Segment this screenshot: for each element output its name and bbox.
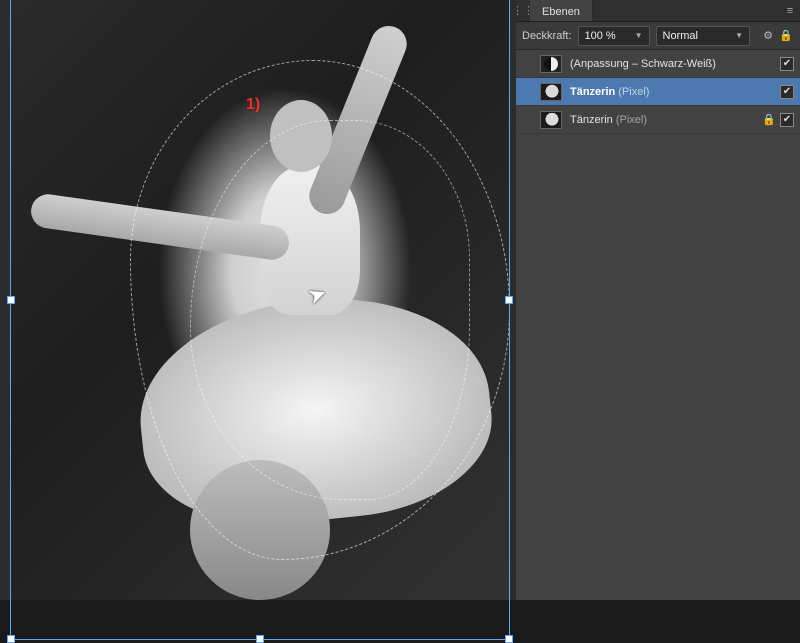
transform-handle-bottom-right[interactable]: [505, 635, 513, 643]
figure-head: [270, 100, 332, 172]
layers-panel: ⋮⋮ Ebenen ≡ Deckkraft: 100 % ▼ Normal ▼ …: [516, 0, 800, 600]
opacity-value: 100 %: [585, 30, 616, 42]
layer-row[interactable]: Tänzerin (Pixel): [516, 78, 800, 106]
blend-mode-value: Normal: [663, 30, 698, 42]
chevron-down-icon: ▼: [735, 31, 743, 40]
layer-type-suffix: (Pixel): [615, 86, 649, 98]
layer-name: (Anpassung – Schwarz-Weiß): [570, 58, 716, 70]
layer-thumbnail[interactable]: [540, 55, 562, 73]
panel-menu-button[interactable]: ≡: [780, 0, 800, 21]
tab-layers[interactable]: Ebenen: [530, 0, 593, 21]
blend-mode-combo[interactable]: Normal ▼: [656, 26, 750, 46]
layer-name: Tänzerin: [570, 114, 613, 126]
visibility-checkbox[interactable]: [780, 85, 794, 99]
transform-handle-bottom-left[interactable]: [7, 635, 15, 643]
lock-icon[interactable]: 🔒: [778, 28, 794, 44]
layer-name: Tänzerin: [570, 86, 615, 98]
gear-icon[interactable]: ⚙: [760, 28, 776, 44]
transform-handle-bottom[interactable]: [256, 635, 264, 643]
tab-layers-label: Ebenen: [542, 6, 580, 18]
layer-row-controls: [780, 85, 794, 99]
lock-icon[interactable]: 🔒: [762, 113, 776, 126]
chevron-down-icon: ▼: [635, 31, 643, 40]
panel-tabbar: ⋮⋮ Ebenen ≡: [516, 0, 800, 22]
layer-thumbnail[interactable]: [540, 83, 562, 101]
annotation-1: 1): [246, 96, 260, 114]
layer-row-controls: 🔒: [762, 113, 794, 127]
panel-grip-icon[interactable]: ⋮⋮: [516, 0, 530, 21]
layer-thumbnail[interactable]: [540, 111, 562, 129]
figure-arm-left: [29, 192, 291, 262]
layer-row[interactable]: (Anpassung – Schwarz-Weiß): [516, 50, 800, 78]
opacity-combo[interactable]: 100 % ▼: [578, 26, 650, 46]
layer-label: Tänzerin (Pixel): [570, 114, 754, 126]
layer-row-controls: [780, 57, 794, 71]
layer-list[interactable]: (Anpassung – Schwarz-Weiß) Tänzerin (Pixe…: [516, 50, 800, 600]
layer-row[interactable]: Tänzerin (Pixel) 🔒: [516, 106, 800, 134]
layer-label: Tänzerin (Pixel): [570, 86, 772, 98]
layer-label: (Anpassung – Schwarz-Weiß): [570, 58, 772, 70]
layer-options-row: Deckkraft: 100 % ▼ Normal ▼ ⚙ 🔒: [516, 22, 800, 50]
layer-option-icons: ⚙ 🔒: [760, 28, 794, 44]
document-canvas[interactable]: 1) ➤: [0, 0, 516, 600]
visibility-checkbox[interactable]: [780, 113, 794, 127]
layer-type-suffix: (Pixel): [613, 114, 647, 126]
canvas-image: [10, 0, 510, 600]
opacity-label: Deckkraft:: [522, 30, 572, 42]
visibility-checkbox[interactable]: [780, 57, 794, 71]
figure-leg: [190, 460, 330, 600]
